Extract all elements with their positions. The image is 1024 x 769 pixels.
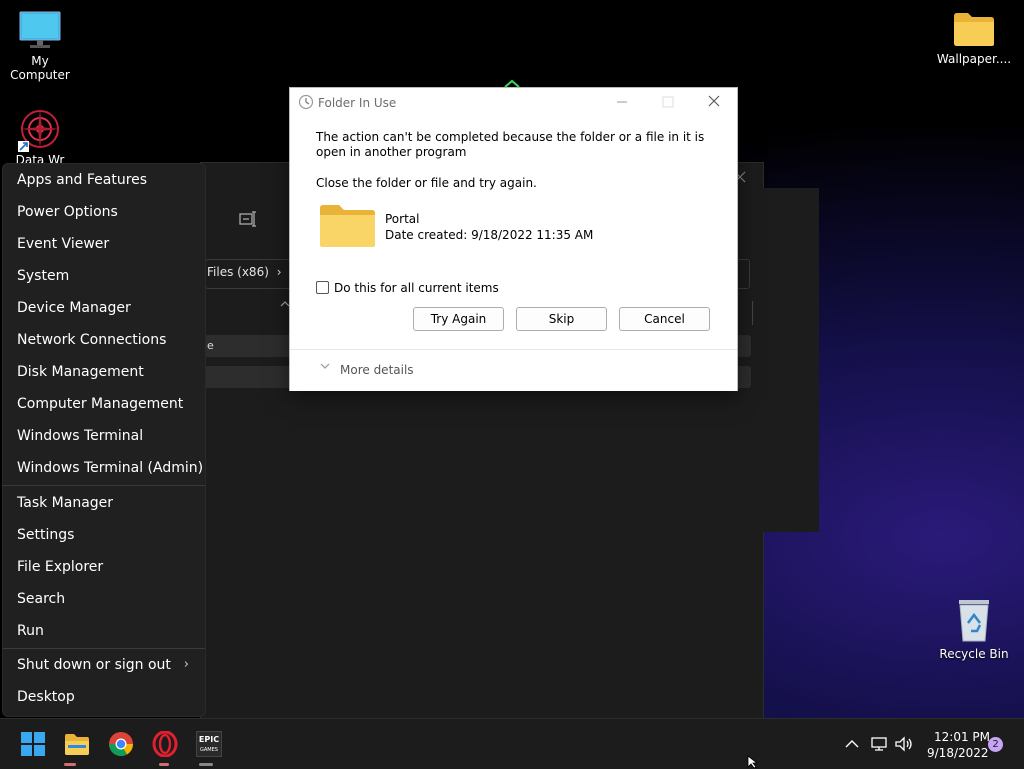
menu-item-windows-terminal[interactable]: Windows Terminal: [3, 421, 205, 451]
menu-item-network-connections[interactable]: Network Connections: [3, 325, 205, 355]
folder-in-use-dialog: Folder In Use The action can't be comple…: [289, 87, 738, 391]
notification-badge[interactable]: 2: [988, 737, 1003, 752]
close-icon[interactable]: [708, 95, 720, 107]
opera-icon[interactable]: [152, 731, 178, 757]
menu-item-disk-management[interactable]: Disk Management: [3, 357, 205, 387]
more-details-bar[interactable]: More details: [290, 349, 737, 391]
folder-icon: [320, 205, 375, 247]
background-panel: [762, 188, 819, 532]
menu-item-file-explorer[interactable]: File Explorer: [3, 552, 205, 582]
menu-item-task-manager[interactable]: Task Manager: [3, 488, 205, 518]
menu-item-system[interactable]: System: [3, 261, 205, 291]
menu-item-power-options[interactable]: Power Options: [3, 197, 205, 227]
maximize-icon[interactable]: [662, 96, 674, 108]
cancel-button[interactable]: Cancel: [619, 307, 710, 331]
menu-item-event-viewer[interactable]: Event Viewer: [3, 229, 205, 259]
column-divider: [752, 301, 753, 325]
desktop-icon-wallpaper[interactable]: Wallpaper....: [934, 10, 1014, 66]
desktop-icon-data-wr[interactable]: Data Wr: [0, 105, 80, 167]
mouse-pointer-icon: [747, 755, 759, 768]
menu-item-shut-down[interactable]: Shut down or sign out ›: [3, 650, 205, 680]
menu-item-settings[interactable]: Settings: [3, 520, 205, 550]
dialog-title: Folder In Use: [318, 96, 397, 110]
folder-name: Portal: [385, 212, 420, 226]
folder-icon: [954, 13, 994, 46]
volume-icon[interactable]: [894, 736, 914, 752]
menu-item-desktop[interactable]: Desktop: [3, 682, 205, 712]
dialog-instruction: Close the folder or file and try again.: [316, 176, 537, 190]
desktop-icon-label: Wallpaper....: [936, 52, 1012, 66]
windows-start-icon[interactable]: [20, 731, 46, 757]
minimize-icon[interactable]: [616, 96, 628, 108]
menu-item-search[interactable]: Search: [3, 584, 205, 614]
rename-icon[interactable]: [239, 211, 257, 227]
menu-item-device-manager[interactable]: Device Manager: [3, 293, 205, 323]
menu-item-apps-and-features[interactable]: Apps and Features: [3, 165, 205, 195]
network-icon[interactable]: [870, 736, 888, 752]
desktop-icon-label: Recycle Bin: [939, 647, 1009, 661]
running-indicator: [199, 763, 213, 766]
breadcrumb[interactable]: Files (x86) › E: [207, 265, 297, 279]
menu-item-run[interactable]: Run: [3, 616, 205, 646]
menu-separator: [3, 485, 205, 486]
folder-date-created: Date created: 9/18/2022 11:35 AM: [385, 228, 594, 242]
breadcrumb-item[interactable]: Files (x86): [207, 265, 269, 279]
desktop-icon-label: My Computer: [10, 54, 70, 82]
dialog-message: The action can't be completed because th…: [316, 130, 705, 159]
running-indicator: [159, 763, 169, 766]
quick-link-menu: Apps and Features Power Options Event Vi…: [2, 163, 206, 717]
clock-time[interactable]: 12:01 PM: [934, 730, 990, 744]
recycle-bin-icon: [959, 600, 989, 642]
running-indicator: [64, 763, 76, 766]
file-explorer-icon[interactable]: [64, 731, 90, 757]
epic-games-icon[interactable]: EPIC GAMES: [196, 731, 222, 757]
monitor-icon: [19, 11, 61, 48]
more-details-label: More details: [340, 363, 414, 377]
desktop-icon-my-computer[interactable]: My Computer: [0, 10, 80, 82]
desktop-icon-recycle-bin[interactable]: Recycle Bin: [934, 597, 1014, 661]
taskbar: EPIC GAMES 12:01 PM 9/18/2022 2: [0, 718, 1024, 769]
apply-all-label[interactable]: Do this for all current items: [334, 281, 499, 295]
clock-date[interactable]: 9/18/2022: [927, 746, 989, 760]
chevron-down-icon: [320, 363, 330, 369]
try-again-button[interactable]: Try Again: [413, 307, 504, 331]
skip-button[interactable]: Skip: [516, 307, 607, 331]
breadcrumb-separator: ›: [276, 265, 282, 279]
chevron-up-icon[interactable]: [845, 739, 859, 749]
epic-games-label: EPIC: [198, 735, 220, 744]
chevron-right-icon: ›: [183, 657, 189, 672]
list-item-label: e: [207, 339, 214, 352]
menu-item-windows-terminal-admin[interactable]: Windows Terminal (Admin): [3, 453, 205, 483]
menu-separator: [3, 648, 205, 649]
apply-all-checkbox[interactable]: [316, 281, 329, 294]
clock-icon: [298, 94, 314, 110]
chrome-icon[interactable]: [108, 731, 134, 757]
epic-games-sublabel: GAMES: [200, 747, 218, 753]
app-shortcut-icon: [18, 109, 60, 152]
menu-item-computer-management[interactable]: Computer Management: [3, 389, 205, 419]
caret-up-icon: [504, 79, 520, 88]
